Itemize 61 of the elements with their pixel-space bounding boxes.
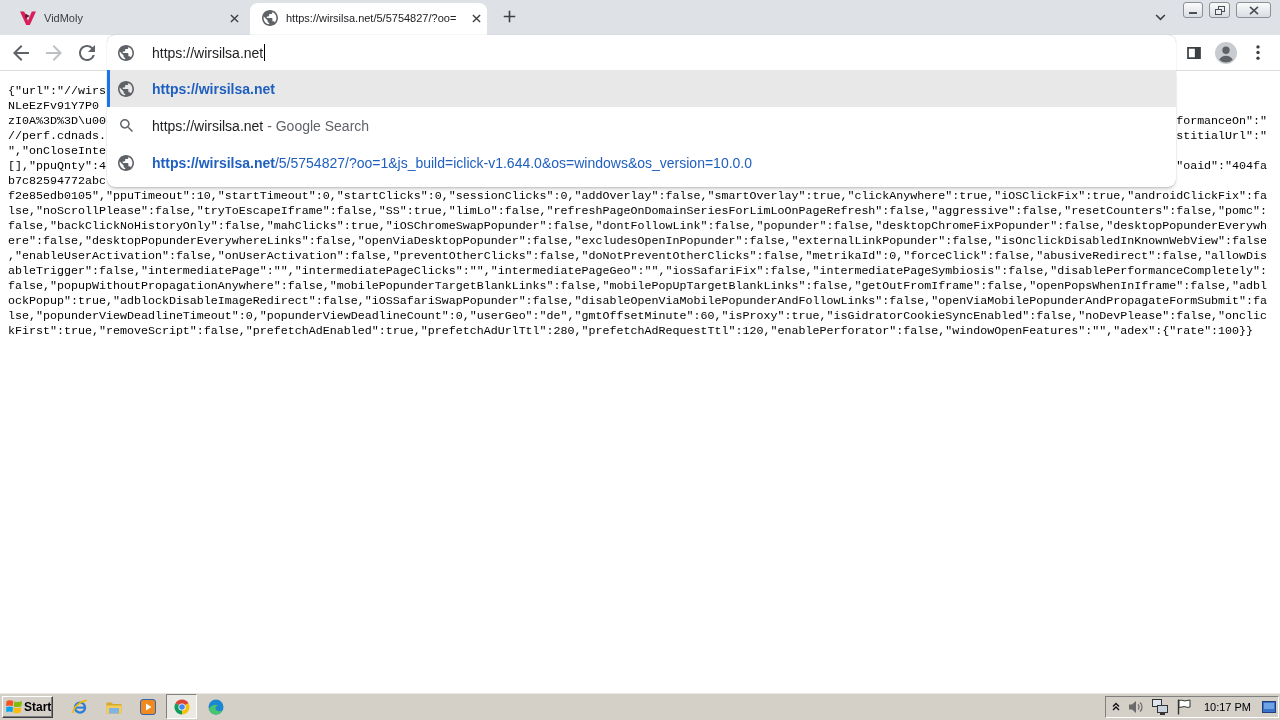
close-icon bbox=[1248, 5, 1259, 15]
minimize-icon bbox=[1189, 12, 1197, 14]
logo-icon bbox=[20, 10, 36, 26]
globe-icon bbox=[118, 154, 134, 171]
restore-button[interactable] bbox=[1209, 2, 1230, 18]
code-text: stitialUrl":" bbox=[1176, 129, 1268, 144]
address-field[interactable]: https://wirsilsa.net bbox=[107, 35, 1176, 70]
search-icon bbox=[119, 119, 133, 132]
close-window-button[interactable] bbox=[1236, 2, 1271, 18]
speaker-icon[interactable] bbox=[1127, 698, 1144, 715]
globe-icon bbox=[118, 44, 134, 61]
code-text: zI0A%3D%3D\u00 bbox=[8, 114, 106, 129]
code-text: false,"backClickNoHistoryOnly":false,"mahClicks":true,"iOSChromeSwapPopunder":false,"dontFollowLink":false,"popunder":false,"desktopChromeFixPopunder":false,"desktopPopunderEverywh bbox=[8, 219, 1268, 234]
clock-text: 10:17 PM bbox=[1202, 700, 1252, 713]
code-text: NLeEzFv91Y7P0 bbox=[8, 99, 99, 114]
code-text: "oaid":"404fa bbox=[1176, 159, 1268, 174]
code-text: ere":false,"desktopPopunderEverywhereLinks":false,"openViaDesktopPopunder":false,"excludesOpenInPopunder":false,"externalLinkPopunder":false,"isOnclickDisabledInKnownWebView":false bbox=[8, 234, 1268, 249]
browser-tab[interactable]: https://wirsilsa.net/5/5754827/?oo= bbox=[250, 3, 487, 35]
monitor-icon[interactable] bbox=[1151, 698, 1168, 715]
play-tile-icon bbox=[139, 698, 156, 715]
segmented-circle-icon bbox=[173, 698, 190, 715]
taskbar-button[interactable] bbox=[166, 694, 197, 719]
code-text: ockPopup":true,"adblockDisableImageRedirect":false,"iOSSafariSwapPopunder":false,"disableOpenViaMobilePopunderAndFollowLinks":false,"openViaMobilePopunderAndPropagateFormSubmit":fa bbox=[8, 294, 1268, 309]
start-button[interactable]: Start bbox=[2, 695, 53, 718]
code-text: {"url":"//wirs bbox=[8, 84, 106, 99]
code-text: lse,"noScrollPlease":false,"tryToEscapeIframe":false,"SS":true,"limLo":false,"refreshPageOnDomainSeriesForLimLoOnPageRefresh":false,"aggressive":false,"resetCounters":false,"pomc": bbox=[8, 204, 1268, 219]
restore-icon bbox=[1214, 5, 1225, 15]
code-text: [],"ppuQnty":4 bbox=[8, 159, 106, 174]
globe-icon bbox=[262, 10, 278, 26]
up-caret-icon[interactable] bbox=[1111, 702, 1120, 711]
menu-icon bbox=[1256, 45, 1260, 60]
code-text: b7c82594772abc bbox=[8, 174, 106, 189]
chevron-down-icon bbox=[1154, 14, 1166, 21]
forward-arrow-icon bbox=[46, 44, 62, 61]
side-panel-icon bbox=[1187, 46, 1201, 59]
show-desktop-icon[interactable] bbox=[1262, 700, 1276, 713]
suggestion-item[interactable]: https://wirsilsa.net - Google Search bbox=[107, 107, 1176, 144]
ring-orbit-icon bbox=[71, 698, 88, 715]
code-text: kFirst":true,"removeScript":false,"prefetchAdEnabled":true,"prefetchAdUrlTtl":280,"prefetchAdRequestTtl":120,"enablePerforator":false,"windowOpenFeatures":"","adex":{"rate":100}} bbox=[8, 324, 1254, 339]
back-arrow-icon bbox=[13, 44, 29, 61]
code-text: ,"enableUserActivation":false,"onUserActivation":false,"preventOtherClicks":false,"doNotPreventOtherClicks":false,"metrikaId":0,"forceClick":false,"abusiveRedirect":false,"allowDis bbox=[8, 249, 1268, 264]
suggestion-item[interactable]: https://wirsilsa.net/5/5754827/?oo=1&js_build=iclick-v1.644.0&os=windows&os_version=10.0.0 bbox=[107, 144, 1176, 181]
browser-tab[interactable]: VidMoly bbox=[8, 3, 245, 35]
code-text: f2e85edb0105","ppuTimeout":10,"startTimeout":0,"startClicks":0,"sessionClicks":0,"addOverlay":false,"smartOverlay":true,"clickAnywhere":true,"iOSClickFix":true,"androidClickFix":fa bbox=[8, 189, 1268, 204]
code-text: lse,"popunderViewDeadlineTimeout":0,"popunderViewDeadlineCount":0,"userGeo":"de","gmtOffsetMinute":60,"isProxy":true,"isGidratorCookieSyncEnabled":false,"noDevPlease":false,"onclic bbox=[8, 309, 1268, 324]
globe-icon bbox=[118, 80, 134, 97]
reload-icon bbox=[79, 44, 95, 61]
flag-logo-icon bbox=[6, 699, 22, 714]
code-text: //perf.cdnads. bbox=[8, 129, 106, 144]
plus-icon bbox=[502, 10, 516, 23]
minimize-button[interactable] bbox=[1183, 2, 1203, 18]
close-icon bbox=[229, 13, 239, 23]
wave-circle-icon bbox=[207, 698, 224, 715]
flag-icon[interactable] bbox=[1175, 698, 1192, 715]
code-text: formanceOn":" bbox=[1176, 114, 1268, 129]
close-icon bbox=[471, 13, 481, 23]
code-text: false,"popupWithoutPropagationAnywhere":false,"mobilePopunderTargetBlankLinks":false,"mobilePopUpTargetBlankLinks":false,"getOutFromIframe":false,"openPopsWhenInIframe":false,"adbl bbox=[8, 279, 1268, 294]
code-text: ableTrigger":false,"intermediatePage":"","intermediatePageClicks":"","intermediatePageGeo":"","iosSafariFix":false,"intermediatePageSymbiosis":false,"disablePerformanceCompletely": bbox=[8, 264, 1268, 279]
suggestion-item[interactable]: https://wirsilsa.net bbox=[107, 70, 1176, 107]
avatar-icon bbox=[1215, 41, 1237, 64]
code-text: ","onCloseInte bbox=[8, 144, 106, 159]
